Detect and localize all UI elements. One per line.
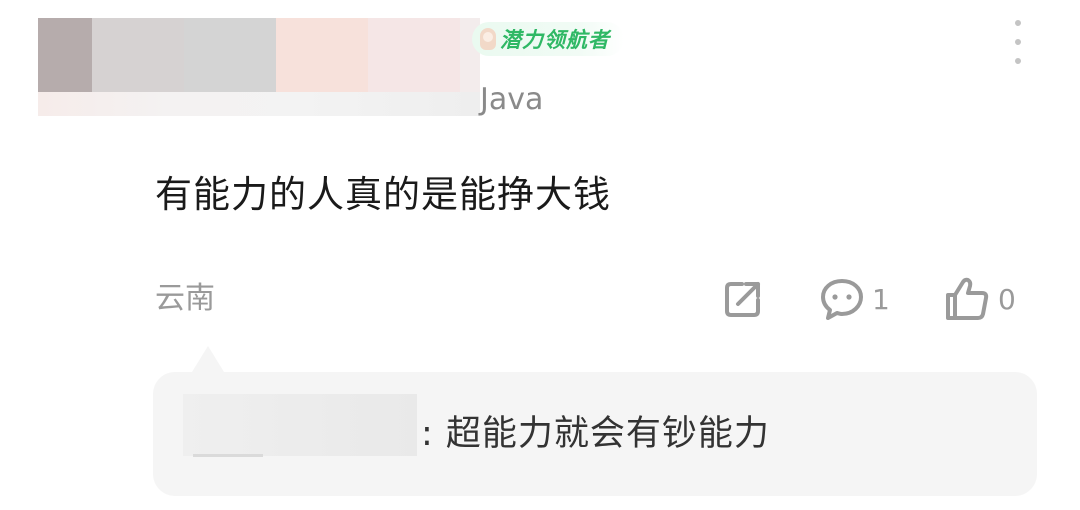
- badge-avatar-icon: [480, 28, 496, 50]
- post-content: 有能力的人真的是能挣大钱: [155, 173, 611, 216]
- reply-box[interactable]: : 超能力就会有钞能力: [153, 372, 1037, 496]
- blurred-user-info[interactable]: [38, 18, 480, 116]
- comment-icon: [821, 279, 863, 320]
- more-options-button[interactable]: [1004, 20, 1032, 64]
- blurred-reply-author[interactable]: [183, 394, 417, 457]
- more-dot-icon: [1015, 58, 1021, 64]
- achievement-badge[interactable]: 潜力领航者: [472, 22, 624, 56]
- reply-pointer: [192, 346, 224, 372]
- share-button[interactable]: [722, 276, 764, 322]
- user-subtitle: Java: [480, 82, 544, 117]
- location-label: 云南: [155, 281, 215, 316]
- badge-label: 潜力领航者: [500, 28, 610, 52]
- comment-button[interactable]: 1: [820, 276, 890, 322]
- share-icon: [725, 282, 760, 317]
- reply-text: : 超能力就会有钞能力: [421, 414, 770, 454]
- more-dot-icon: [1015, 39, 1021, 45]
- like-count: 0: [998, 282, 1016, 316]
- more-dot-icon: [1015, 20, 1021, 26]
- like-button[interactable]: 0: [944, 276, 1016, 322]
- thumbs-up-icon: [946, 277, 989, 320]
- comment-count: 1: [872, 282, 890, 316]
- comment-card: 潜力领航者 Java 有能力的人真的是能挣大钱 云南 1 0 : 超能力就会有钞…: [0, 0, 1080, 510]
